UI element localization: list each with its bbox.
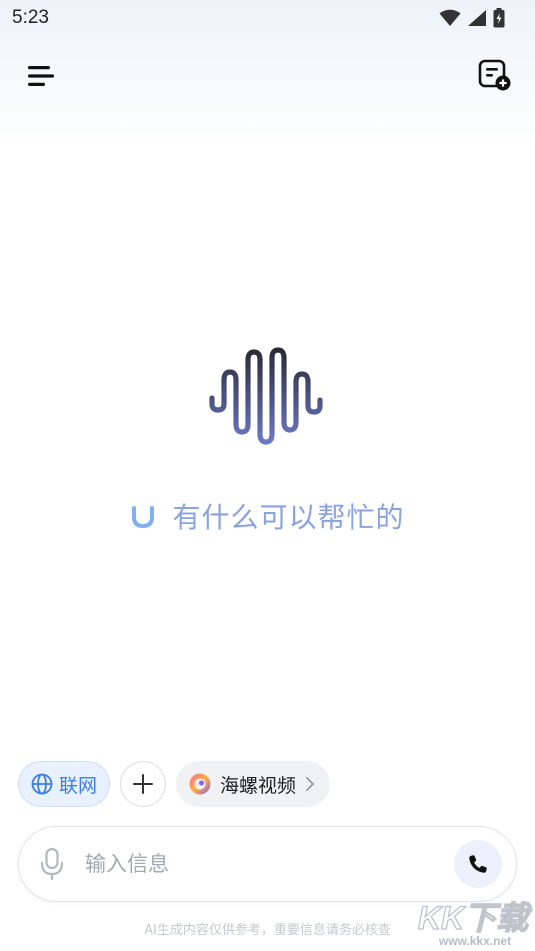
hailuo-video-label: 海螺视频 (220, 774, 297, 797)
new-chat-button[interactable] (477, 58, 513, 94)
watermark-brand: KK下载 (418, 900, 533, 936)
message-input-bar (18, 826, 517, 902)
quick-chips: 联网 海螺视频 (18, 761, 331, 807)
hero-logo (0, 340, 535, 450)
phone-icon (469, 855, 487, 873)
signal-icon (468, 10, 486, 26)
smile-icon (132, 506, 155, 529)
battery-icon (493, 8, 505, 28)
status-icons (439, 8, 505, 28)
voice-call-button[interactable] (454, 840, 502, 888)
microphone-icon (40, 847, 64, 881)
voice-input-button[interactable] (37, 847, 67, 881)
menu-button[interactable] (24, 60, 58, 92)
web-search-label: 联网 (59, 774, 98, 797)
soundwave-logo-icon (208, 347, 323, 445)
app-header (0, 54, 535, 98)
message-input[interactable] (85, 852, 454, 876)
watermark-url: www.kkx.net (438, 934, 511, 948)
status-time: 5:23 (12, 7, 49, 28)
new-chat-icon (478, 59, 511, 91)
web-search-chip[interactable]: 联网 (18, 761, 111, 807)
status-bar: 5:23 (0, 0, 535, 36)
add-chip-button[interactable] (120, 761, 167, 807)
menu-icon (28, 66, 54, 86)
kk-watermark: KK下载 www.kkx.net (415, 897, 534, 949)
kk-watermark-logo: KK下载 www.kkx.net (417, 899, 534, 948)
chevron-right-icon (306, 777, 314, 791)
plus-icon (133, 774, 154, 794)
greeting: 有什么可以帮忙的 (0, 496, 535, 536)
hailuo-logo-icon (189, 773, 211, 795)
greeting-text: 有什么可以帮忙的 (172, 501, 405, 534)
wifi-icon (439, 9, 461, 26)
globe-icon (31, 773, 53, 795)
hailuo-video-chip[interactable]: 海螺视频 (176, 761, 331, 807)
